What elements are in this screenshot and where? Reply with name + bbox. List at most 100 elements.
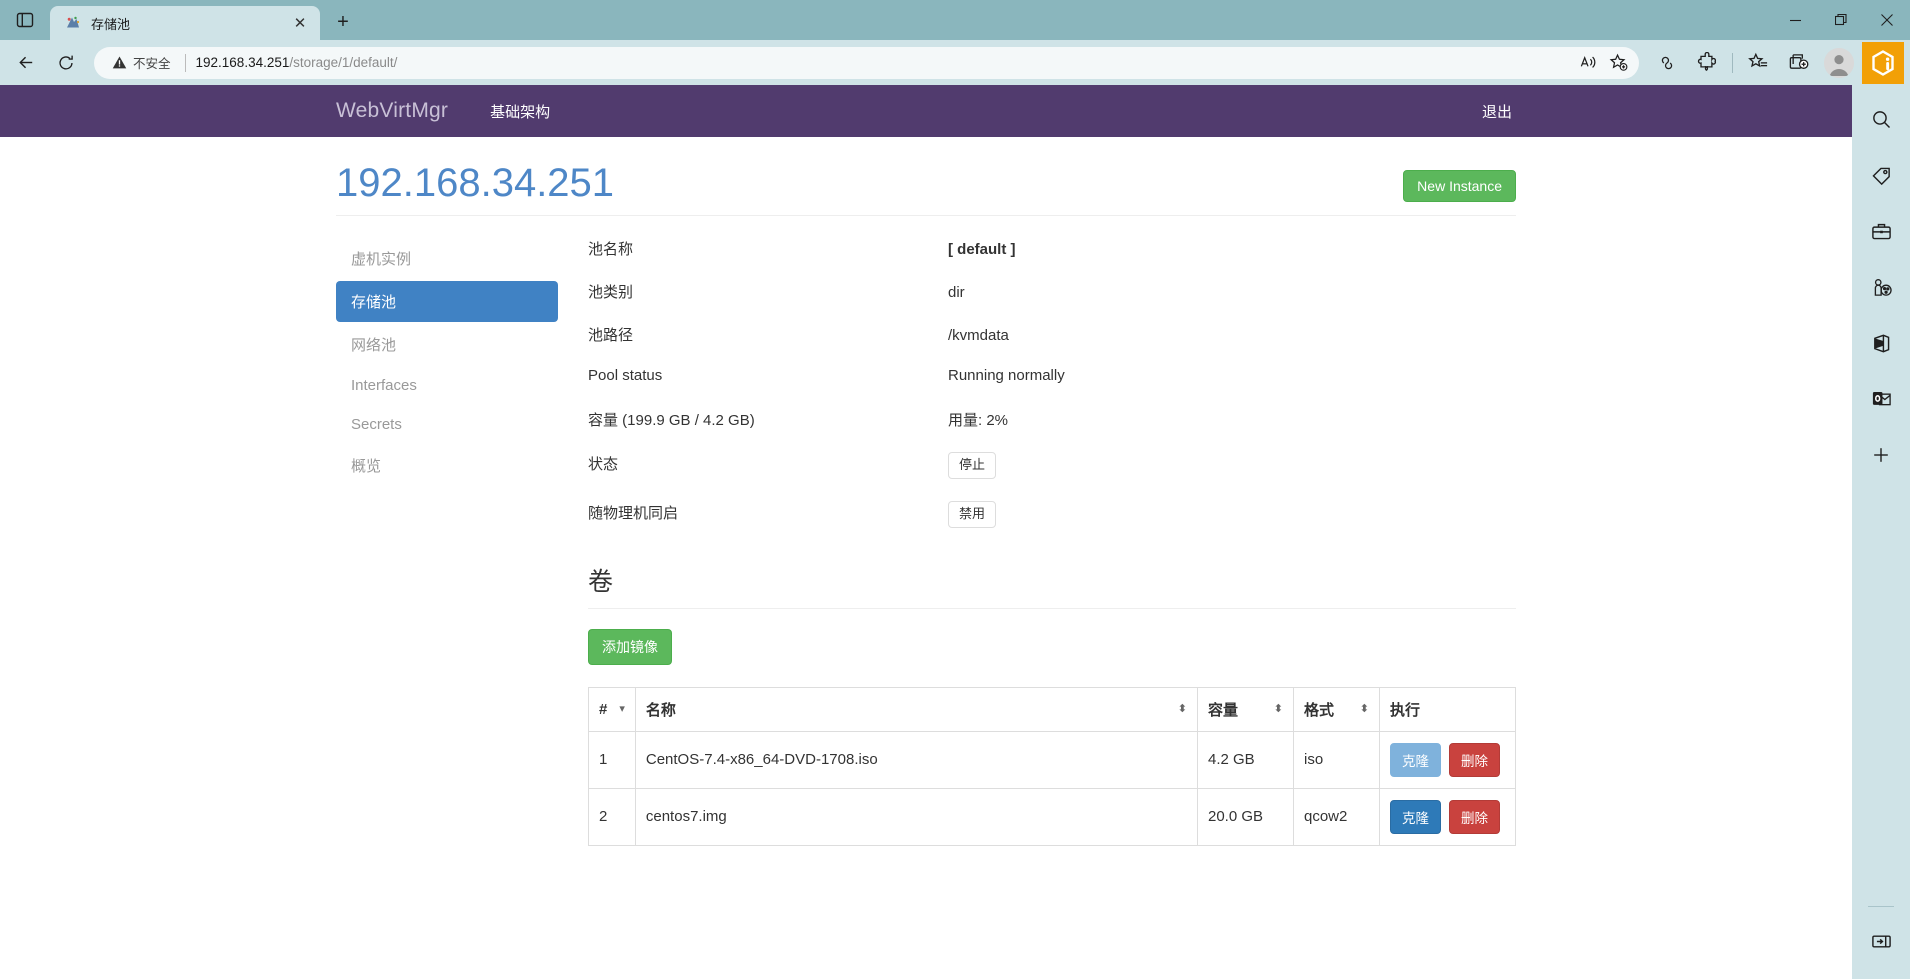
read-aloud-icon[interactable] bbox=[1573, 49, 1603, 77]
web-page: WebVirtMgr 基础架构 退出 192.168.34.251 New In… bbox=[0, 85, 1852, 979]
sidebar-link-storage[interactable]: 存储池 bbox=[336, 281, 558, 322]
tab-actions-button[interactable] bbox=[6, 3, 44, 37]
sidebar-link-secrets[interactable]: Secrets bbox=[336, 406, 558, 443]
sidebar-link-interfaces[interactable]: Interfaces bbox=[336, 367, 558, 404]
tab-strip: 存储池 ✕ + bbox=[0, 0, 1910, 40]
add-favorite-icon[interactable] bbox=[1603, 49, 1633, 77]
plus-glyph bbox=[1874, 448, 1888, 462]
favorite-star-glyph bbox=[1609, 53, 1627, 71]
sidebar-toggle-icon[interactable] bbox=[1861, 921, 1901, 961]
app-brand[interactable]: WebVirtMgr bbox=[336, 99, 448, 123]
new-instance-button[interactable]: New Instance bbox=[1403, 170, 1516, 202]
restore-button[interactable] bbox=[1818, 0, 1864, 40]
table-row: 2 centos7.img 20.0 GB qcow2 克隆 删除 bbox=[588, 787, 1516, 846]
office-glyph bbox=[1873, 334, 1889, 352]
detail-term-pool-status: Pool status bbox=[588, 367, 663, 384]
sort-icon-capacity[interactable]: ⬍ bbox=[1274, 703, 1283, 715]
sidebar-toggle-glyph bbox=[1871, 934, 1891, 948]
close-window-button[interactable] bbox=[1864, 0, 1910, 40]
column-label-index: # bbox=[599, 700, 608, 718]
nav-link-infrastructure[interactable]: 基础架构 bbox=[486, 95, 554, 128]
detail-term-pool-name: 池名称 bbox=[588, 241, 634, 258]
tab-close-icon[interactable]: ✕ bbox=[288, 11, 312, 35]
new-tab-button[interactable]: + bbox=[328, 7, 358, 37]
detail-value-state: 停止 bbox=[948, 452, 1516, 479]
minimize-button[interactable] bbox=[1772, 0, 1818, 40]
detail-term-pool-type: 池类别 bbox=[588, 284, 634, 301]
browser-window: 存储池 ✕ + 不安全 192.168.34.251/storage/1/def… bbox=[0, 0, 1910, 979]
games-icon[interactable] bbox=[1861, 267, 1901, 307]
volumes-table-body: 1 CentOS-7.4-x86_64-DVD-1708.iso 4.2 GB … bbox=[588, 730, 1516, 846]
left-sidebar: 虚机实例 存储池 网络池 Interfaces Secrets 概览 bbox=[336, 238, 568, 846]
reload-icon bbox=[59, 55, 73, 69]
volumes-section-title: 卷 bbox=[588, 562, 1516, 609]
sidebar-item-storage[interactable]: 存储池 bbox=[336, 281, 558, 322]
extensions-puzzle-glyph bbox=[1697, 52, 1716, 71]
profile-avatar[interactable] bbox=[1824, 47, 1854, 78]
cell-actions: 克隆 删除 bbox=[1379, 787, 1516, 846]
collections-icon[interactable] bbox=[1741, 46, 1775, 80]
favicon-glyph bbox=[67, 16, 80, 28]
column-header-name[interactable]: 名称 ⬍ bbox=[634, 686, 1199, 732]
office-icon[interactable] bbox=[1861, 323, 1901, 363]
sidebar-link-instances[interactable]: 虚机实例 bbox=[336, 238, 558, 279]
outlook-icon[interactable] bbox=[1861, 379, 1901, 419]
split-screen-icon[interactable] bbox=[1781, 46, 1815, 80]
sort-icon-index[interactable]: ▾ bbox=[619, 703, 625, 715]
briefcase-icon[interactable] bbox=[1861, 211, 1901, 251]
sort-icon-format[interactable]: ⬍ bbox=[1360, 703, 1369, 715]
sidebar-link-network[interactable]: 网络池 bbox=[336, 324, 558, 365]
tag-glyph bbox=[1871, 167, 1890, 185]
clone-button[interactable]: 克隆 bbox=[1390, 742, 1441, 777]
disable-badge-button[interactable]: 禁用 bbox=[948, 500, 997, 528]
column-header-index[interactable]: # ▾ bbox=[588, 686, 636, 732]
cell-format: iso bbox=[1293, 730, 1380, 789]
clone-button[interactable]: 克隆 bbox=[1390, 799, 1441, 834]
sidebar-link-overview[interactable]: 概览 bbox=[336, 445, 558, 486]
column-label-name: 名称 bbox=[645, 701, 676, 719]
sidebar-item-overview[interactable]: 概览 bbox=[336, 445, 558, 486]
security-indicator[interactable]: 不安全 bbox=[108, 50, 175, 75]
sidebar-item-network[interactable]: 网络池 bbox=[336, 324, 558, 365]
cell-name: CentOS-7.4-x86_64-DVD-1708.iso bbox=[634, 730, 1199, 789]
page-container: 192.168.34.251 New Instance 虚机实例 存储池 网络池… bbox=[321, 137, 1531, 846]
column-header-format[interactable]: 格式 ⬍ bbox=[1293, 686, 1380, 732]
page-title: 192.168.34.251 bbox=[336, 161, 615, 205]
sort-icon-name[interactable]: ⬍ bbox=[1178, 703, 1187, 715]
cell-name: centos7.img bbox=[634, 787, 1199, 846]
browser-tab[interactable]: 存储池 ✕ bbox=[50, 6, 320, 40]
pool-name-value: [ default ] bbox=[948, 241, 1016, 258]
add-tool-icon[interactable] bbox=[1861, 435, 1901, 475]
browser-body: WebVirtMgr 基础架构 退出 192.168.34.251 New In… bbox=[0, 85, 1910, 979]
cell-capacity: 20.0 GB bbox=[1197, 787, 1294, 846]
tag-icon[interactable] bbox=[1861, 155, 1901, 195]
infinity-icon[interactable] bbox=[1650, 46, 1684, 80]
back-arrow-icon bbox=[18, 56, 32, 69]
sidebar-item-secrets[interactable]: Secrets bbox=[336, 406, 558, 443]
column-header-capacity[interactable]: 容量 ⬍ bbox=[1197, 686, 1294, 732]
games-glyph bbox=[1874, 278, 1892, 296]
close-icon bbox=[1881, 14, 1893, 26]
search-icon[interactable] bbox=[1861, 99, 1901, 139]
extensions-icon[interactable] bbox=[1690, 46, 1724, 80]
briefcase-glyph bbox=[1871, 223, 1891, 239]
stop-badge-button[interactable]: 停止 bbox=[948, 452, 997, 479]
tab-search-icon bbox=[16, 12, 34, 28]
url-text[interactable]: 192.168.34.251/storage/1/default/ bbox=[196, 55, 1573, 70]
copilot-button[interactable] bbox=[1862, 41, 1904, 84]
sidebar-item-interfaces[interactable]: Interfaces bbox=[336, 367, 558, 404]
sidebar-item-instances[interactable]: 虚机实例 bbox=[336, 238, 558, 279]
delete-button[interactable]: 删除 bbox=[1449, 799, 1500, 834]
add-image-button[interactable]: 添加镜像 bbox=[588, 628, 672, 665]
delete-button[interactable]: 删除 bbox=[1449, 742, 1500, 777]
warning-triangle-icon bbox=[112, 55, 127, 70]
back-button[interactable] bbox=[8, 45, 44, 81]
logout-link[interactable]: 退出 bbox=[1478, 95, 1516, 128]
omnibox-icons bbox=[1573, 49, 1633, 77]
reload-button[interactable] bbox=[48, 45, 84, 81]
detail-term-autostart: 随物理机同启 bbox=[588, 504, 679, 522]
cell-capacity: 4.2 GB bbox=[1197, 730, 1294, 789]
detail-value-capacity: 用量: 2% bbox=[948, 412, 1009, 429]
address-bar[interactable]: 不安全 192.168.34.251/storage/1/default/ bbox=[94, 46, 1639, 79]
collections-star-glyph bbox=[1747, 52, 1767, 68]
